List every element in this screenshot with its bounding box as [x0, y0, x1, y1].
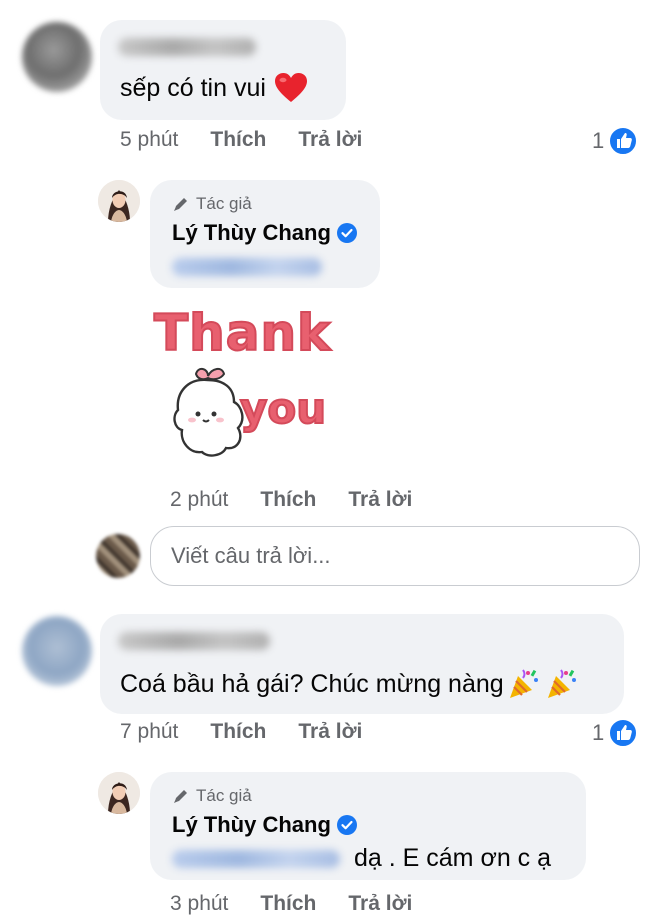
comment-text: sếp có tin vui: [120, 73, 266, 102]
comment-actions: 7 phút Thích Trả lời: [120, 720, 362, 744]
comment-time[interactable]: 7 phút: [120, 720, 178, 744]
commenter-avatar[interactable]: [22, 616, 92, 686]
reply-button[interactable]: Trả lời: [298, 720, 362, 744]
author-tag-row: Tác giả: [172, 194, 252, 214]
reply-text-row: dạ . E cám ơn c ạ: [172, 844, 551, 873]
party-popper-emoji-icon: [544, 666, 580, 702]
comment-text: Coá bầu hả gái? Chúc mừng nàng: [120, 669, 504, 698]
reply-actions: 2 phút Thích Trả lời: [170, 488, 412, 512]
comment-text-row: Coá bầu hả gái? Chúc mừng nàng: [120, 666, 580, 702]
commenter-name-blurred[interactable]: [118, 632, 270, 650]
sticker-text-thank: Thank: [153, 303, 332, 363]
reply-bubble: Tác giả Lý Thùy Chang: [150, 180, 380, 288]
sticker-text-you: you: [239, 383, 327, 434]
current-user-avatar[interactable]: [96, 534, 140, 578]
like-thumb-icon: [608, 126, 639, 156]
author-avatar[interactable]: [98, 180, 140, 222]
comment-bubble: Coá bầu hả gái? Chúc mừng nàng: [100, 614, 624, 714]
author-name[interactable]: Lý Thùy Chang: [172, 812, 331, 838]
reply-bubble: Tác giả Lý Thùy Chang dạ . E cám ơn c ạ: [150, 772, 586, 880]
like-button[interactable]: Thích: [210, 128, 266, 152]
verified-badge-icon: [336, 223, 357, 243]
comment-text-row: sếp có tin vui: [120, 72, 308, 104]
author-avatar[interactable]: [98, 772, 140, 814]
author-name-row: Lý Thùy Chang: [172, 812, 357, 838]
author-name[interactable]: Lý Thùy Chang: [172, 220, 331, 246]
commenter-name-blurred[interactable]: [118, 38, 256, 56]
reply-text: dạ . E cám ơn c ạ: [354, 844, 552, 872]
comment-bubble: sếp có tin vui: [100, 20, 346, 120]
reply-time[interactable]: 3 phút: [170, 892, 228, 916]
reply-actions: 3 phút Thích Trả lời: [170, 892, 412, 916]
reply-input-field[interactable]: Viết câu trả lời...: [150, 526, 640, 586]
reaction-summary[interactable]: 1: [592, 126, 639, 156]
commenter-avatar[interactable]: [22, 22, 92, 92]
reaction-count: 1: [592, 720, 605, 745]
pen-icon: [172, 195, 190, 213]
author-name-row: Lý Thùy Chang: [172, 220, 357, 246]
author-tag: Tác giả: [196, 194, 252, 213]
author-tag: Tác giả: [196, 786, 252, 805]
comment-time[interactable]: 5 phút: [120, 128, 178, 152]
reply-input-placeholder: Viết câu trả lời...: [171, 543, 331, 568]
heart-emoji-icon: [274, 72, 308, 104]
reply-time[interactable]: 2 phút: [170, 488, 228, 512]
like-button[interactable]: Thích: [210, 720, 266, 744]
reply-button[interactable]: Trả lời: [348, 488, 412, 512]
like-button[interactable]: Thích: [260, 892, 316, 916]
reaction-summary[interactable]: 1: [592, 718, 639, 748]
mentioned-name-blurred[interactable]: [172, 258, 322, 276]
reply-button[interactable]: Trả lời: [298, 128, 362, 152]
author-tag-row: Tác giả: [172, 786, 252, 806]
like-button[interactable]: Thích: [260, 488, 316, 512]
comment-actions: 5 phút Thích Trả lời: [120, 128, 362, 152]
pen-icon: [172, 787, 190, 805]
thank-you-sticker[interactable]: Thank you: [152, 300, 342, 470]
mentioned-name-blurred[interactable]: [172, 849, 340, 868]
verified-badge-icon: [336, 815, 357, 835]
reaction-count: 1: [592, 128, 605, 153]
sticker-character: [173, 368, 244, 457]
party-popper-emoji-icon: [506, 666, 542, 702]
like-thumb-icon: [608, 718, 639, 748]
reply-button[interactable]: Trả lời: [348, 892, 412, 916]
